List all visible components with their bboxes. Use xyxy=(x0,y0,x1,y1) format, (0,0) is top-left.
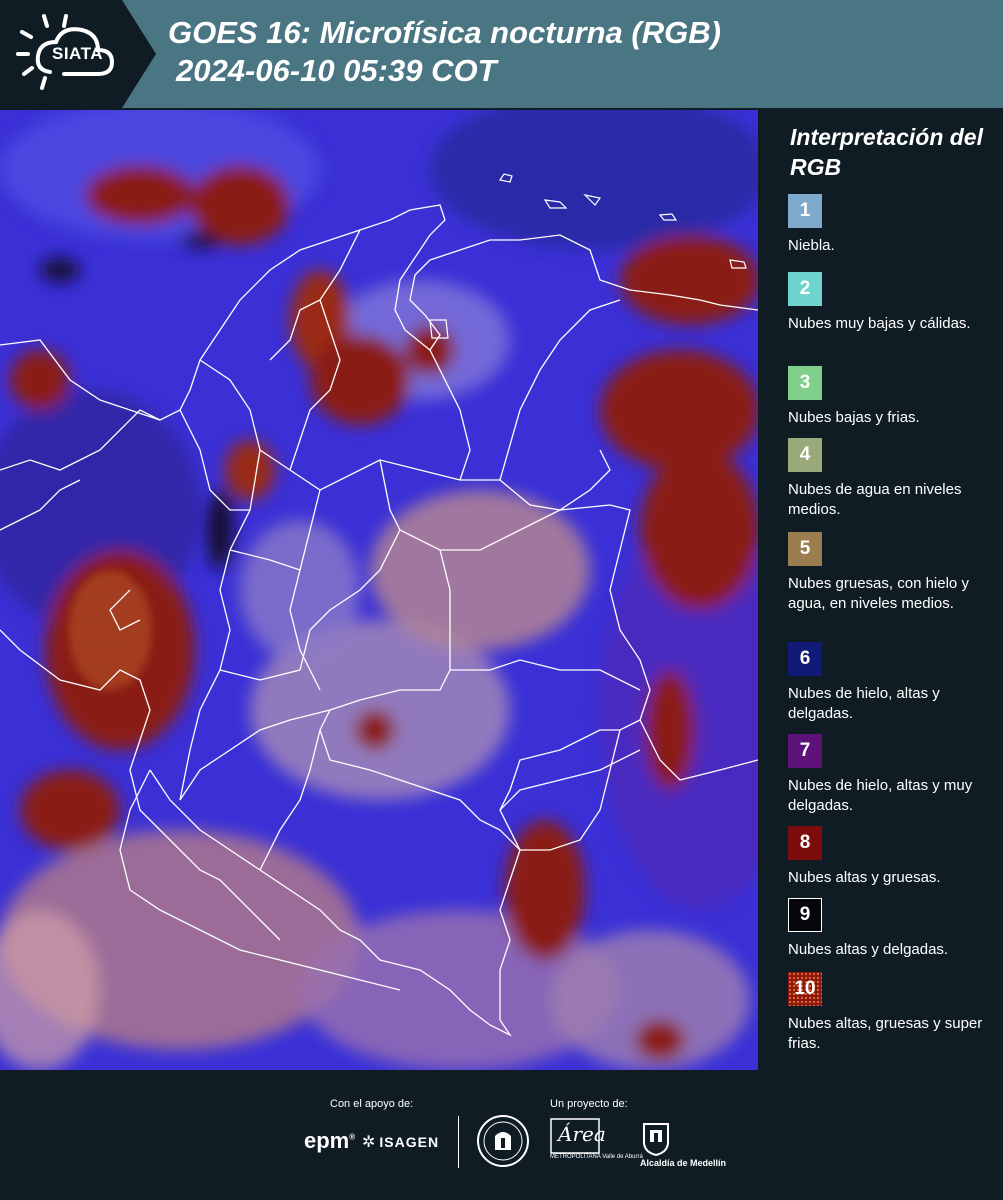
project-label: Un proyecto de: xyxy=(550,1098,628,1110)
legend-number: 5 xyxy=(799,538,811,559)
isagen-text: ISAGEN xyxy=(379,1134,440,1150)
legend-number: 6 xyxy=(799,648,811,669)
legend-item-5: 5 Nubes gruesas, con hielo y agua, en ni… xyxy=(788,532,988,614)
satellite-map[interactable] xyxy=(0,110,758,1070)
page-title: GOES 16: Microfísica nocturna (RGB) 2024… xyxy=(168,14,721,90)
legend-label: Nubes bajas y frias. xyxy=(788,409,920,426)
legend-swatch: 10 xyxy=(788,972,822,1006)
legend-swatch: 8 xyxy=(788,826,822,860)
area-word: Área xyxy=(558,1122,606,1146)
legend-number: 9 xyxy=(799,904,811,925)
legend-swatch: 3 xyxy=(788,366,822,400)
legend-swatch: 1 xyxy=(788,194,822,228)
legend-swatch: 2 xyxy=(788,272,822,306)
legend-number: 8 xyxy=(799,832,811,853)
footer: Con el apoyo de: Un proyecto de: epm® ✲ I… xyxy=(0,1070,1003,1200)
legend-label: Nubes altas, gruesas y super frias. xyxy=(788,1015,983,1052)
header-bar: SIATA GOES 16: Microfísica nocturna (RGB… xyxy=(0,0,1003,108)
legend-number: 7 xyxy=(799,740,811,761)
map-canvas xyxy=(0,110,758,1070)
legend-swatch: 5 xyxy=(788,532,822,566)
legend-number: 10 xyxy=(794,978,816,999)
legend-item-10: 10 Nubes altas, gruesas y super frias. xyxy=(788,972,988,1054)
legend-label: Nubes de hielo, altas y delgadas. xyxy=(788,685,940,722)
alcaldia-label: Alcaldía de Medellín xyxy=(640,1158,727,1168)
legend-item-9: 9 Nubes altas y delgadas. xyxy=(788,898,988,960)
legend-item-8: 8 Nubes altas y gruesas. xyxy=(788,826,988,888)
legend-item-6: 6 Nubes de hielo, altas y delgadas. xyxy=(788,642,988,724)
legend-label: Nubes altas y delgadas. xyxy=(788,941,949,958)
legend-item-2: 2 Nubes muy bajas y cálidas. xyxy=(788,272,988,334)
legend-label: Nubes gruesas, con hielo y agua, en nive… xyxy=(788,575,969,612)
legend-panel: Interpretación del RGB 1 Niebla. 2 Nubes… xyxy=(758,110,1003,1070)
area-subtitle: METROPOLITANA Valle de Aburrá xyxy=(550,1154,643,1160)
area-metropolitana-logo[interactable]: Área METROPOLITANA Valle de Aburrá xyxy=(550,1118,643,1168)
legend-item-1: 1 Niebla. xyxy=(788,194,988,256)
footer-divider xyxy=(458,1116,459,1168)
legend-number: 4 xyxy=(799,444,811,465)
legend-swatch: 4 xyxy=(788,438,822,472)
support-label: Con el apoyo de: xyxy=(330,1098,414,1110)
legend-label: Nubes de hielo, altas y muy delgadas. xyxy=(788,777,973,814)
logo-text: SIATA xyxy=(52,44,103,63)
legend-label: Nubes altas y gruesas. xyxy=(788,869,941,886)
legend-item-7: 7 Nubes de hielo, altas y muy delgadas. xyxy=(788,734,988,816)
legend-number: 3 xyxy=(799,372,811,393)
legend-title: Interpretación del RGB xyxy=(790,124,983,180)
legend-label: Niebla. xyxy=(788,237,835,254)
legend-item-3: 3 Nubes bajas y frias. xyxy=(788,366,988,428)
legend-item-4: 4 Nubes de agua en niveles medios. xyxy=(788,438,988,520)
title-timestamp: 2024-06-10 05:39 COT xyxy=(176,53,497,88)
epm-logo[interactable]: epm® xyxy=(304,1128,355,1154)
coat-of-arms-icon[interactable] xyxy=(640,1120,672,1156)
title-product: GOES 16: Microfísica nocturna (RGB) xyxy=(168,15,721,50)
epm-text: epm xyxy=(304,1128,350,1153)
legend-swatch: 6 xyxy=(788,642,822,676)
registered-mark: ® xyxy=(349,1132,356,1142)
siata-logo[interactable]: SIATA xyxy=(0,0,156,108)
isagen-mark-icon: ✲ xyxy=(362,1134,377,1151)
legend-label: Nubes de agua en niveles medios. xyxy=(788,481,962,518)
legend-number: 2 xyxy=(799,278,811,299)
cold-cloud-core xyxy=(68,570,152,690)
legend-swatch: 7 xyxy=(788,734,822,768)
legend-swatch: 9 xyxy=(788,898,822,932)
legend-number: 1 xyxy=(799,200,811,221)
university-seal-icon[interactable] xyxy=(476,1114,530,1168)
isagen-logo[interactable]: ✲ ISAGEN xyxy=(362,1132,439,1152)
legend-label: Nubes muy bajas y cálidas. xyxy=(788,315,971,332)
